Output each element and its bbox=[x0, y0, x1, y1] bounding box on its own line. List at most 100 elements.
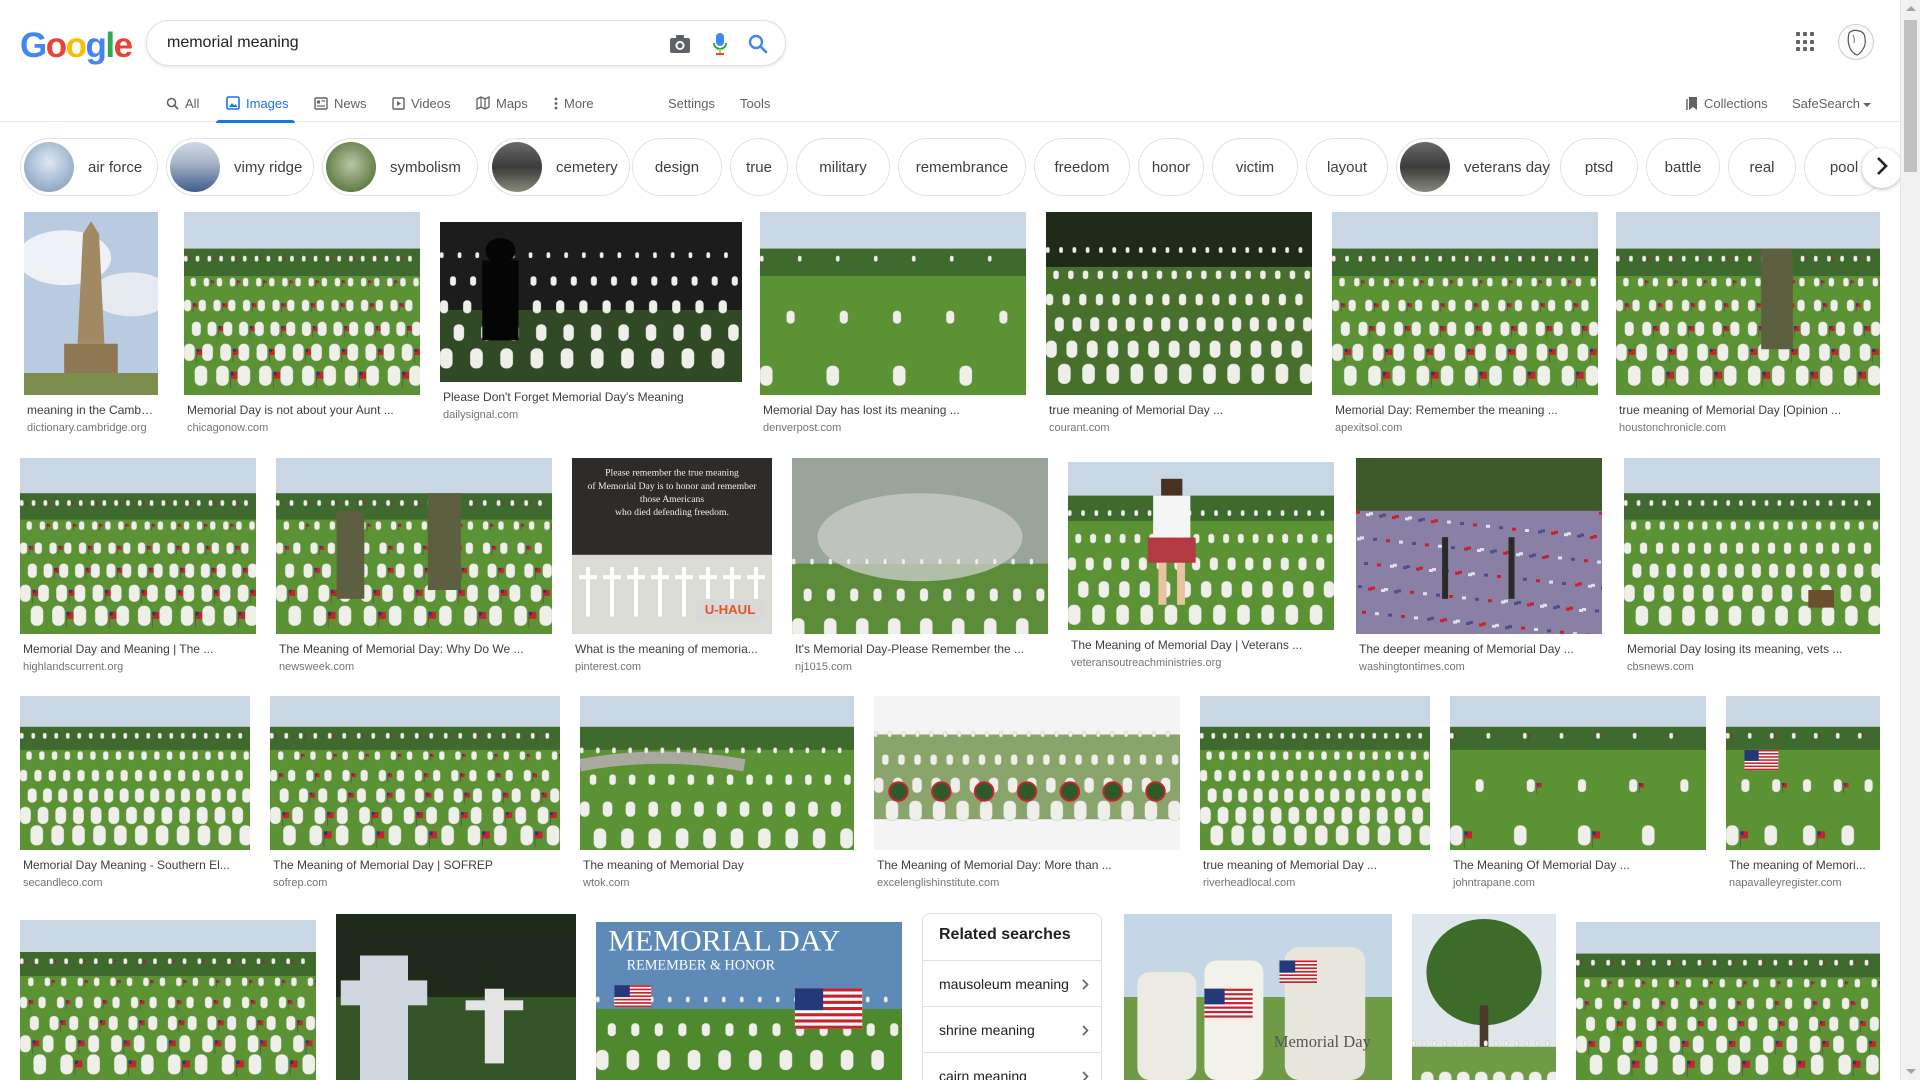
search-input[interactable] bbox=[167, 21, 647, 65]
result-thumbnail[interactable] bbox=[1576, 922, 1880, 1080]
google-logo[interactable]: Google bbox=[20, 26, 133, 66]
result-source: highlandscurrent.org bbox=[23, 661, 124, 673]
related-chip[interactable]: cemetery bbox=[488, 138, 630, 196]
logo-letter: l bbox=[105, 26, 115, 65]
collections-link[interactable]: Collections bbox=[1686, 84, 1768, 122]
result-thumbnail[interactable] bbox=[760, 212, 1026, 395]
chip-label: battle bbox=[1664, 158, 1702, 176]
result-thumbnail[interactable] bbox=[276, 458, 552, 634]
result-thumbnail[interactable] bbox=[580, 696, 854, 850]
microphone-icon[interactable] bbox=[707, 31, 733, 57]
result-thumbnail[interactable]: Memorial Day bbox=[1124, 914, 1392, 1080]
result-title[interactable]: The Meaning of Memorial Day: Why Do We .… bbox=[279, 642, 551, 656]
result-thumbnail[interactable] bbox=[874, 696, 1180, 850]
related-chip[interactable]: victim bbox=[1212, 138, 1298, 196]
result-title[interactable]: The Meaning Of Memorial Day ... bbox=[1453, 858, 1705, 872]
result-title[interactable]: Memorial Day: Remember the meaning ... bbox=[1335, 403, 1597, 417]
related-search-item[interactable]: shrine meaning bbox=[923, 1006, 1101, 1052]
related-search-item[interactable]: cairn meaning bbox=[923, 1052, 1101, 1080]
related-chip[interactable]: design bbox=[632, 138, 722, 196]
video-icon bbox=[392, 96, 405, 110]
result-source: napavalleyregister.com bbox=[1729, 877, 1842, 889]
related-chip[interactable]: veterans day bbox=[1396, 138, 1550, 196]
result-title[interactable]: true meaning of Memorial Day [Opinion ..… bbox=[1619, 403, 1879, 417]
result-thumbnail[interactable]: MEMORIAL DAY REMEMBER & HONOR bbox=[596, 922, 902, 1080]
avatar[interactable] bbox=[1838, 24, 1874, 60]
chevron-right-icon bbox=[1082, 1069, 1089, 1080]
tab-videos[interactable]: Videos bbox=[392, 84, 451, 122]
search-icon[interactable] bbox=[745, 31, 771, 57]
result-source: dictionary.cambridge.org bbox=[27, 422, 147, 434]
result-title[interactable]: Memorial Day losing its meaning, vets ..… bbox=[1627, 642, 1879, 656]
related-chip[interactable]: vimy ridge bbox=[166, 138, 314, 196]
result-title[interactable]: The meaning of Memorial Day bbox=[583, 858, 853, 872]
result-thumbnail[interactable] bbox=[336, 914, 576, 1080]
result-thumbnail[interactable] bbox=[1624, 458, 1880, 634]
related-chip[interactable]: air force bbox=[20, 138, 158, 196]
result-title[interactable]: Please Don't Forget Memorial Day's Meani… bbox=[443, 390, 741, 404]
tab-news[interactable]: News bbox=[314, 84, 367, 122]
chips-next-button[interactable] bbox=[1862, 148, 1902, 188]
result-thumbnail[interactable] bbox=[20, 458, 256, 634]
result-title[interactable]: meaning in the Cambri... bbox=[27, 403, 157, 417]
result-title[interactable]: Memorial Day has lost its meaning ... bbox=[763, 403, 1025, 417]
result-thumbnail[interactable] bbox=[20, 920, 316, 1080]
tab-images[interactable]: Images bbox=[216, 84, 295, 123]
tab-maps[interactable]: Maps bbox=[476, 84, 528, 122]
result-title[interactable]: What is the meaning of memoria... bbox=[575, 642, 771, 656]
result-thumbnail[interactable] bbox=[1616, 212, 1880, 395]
result-thumbnail[interactable] bbox=[1412, 914, 1556, 1080]
result-thumbnail[interactable] bbox=[1332, 212, 1598, 395]
scrollbar-thumb[interactable] bbox=[1904, 20, 1917, 172]
result-thumbnail[interactable] bbox=[1356, 458, 1602, 634]
result-thumbnail[interactable] bbox=[1450, 696, 1706, 850]
safesearch-menu[interactable]: SafeSearch bbox=[1792, 84, 1871, 122]
result-title[interactable]: The Meaning of Memorial Day | SOFREP bbox=[273, 858, 559, 872]
result-title[interactable]: Memorial Day is not about your Aunt ... bbox=[187, 403, 419, 417]
apps-grid-icon[interactable] bbox=[1796, 32, 1816, 52]
related-chip[interactable]: military bbox=[796, 138, 890, 196]
related-chip[interactable]: ptsd bbox=[1560, 138, 1638, 196]
result-thumbnail[interactable] bbox=[440, 222, 742, 382]
result-thumbnail[interactable] bbox=[184, 212, 420, 395]
result-thumbnail[interactable] bbox=[20, 696, 250, 850]
result-thumbnail[interactable] bbox=[1200, 696, 1430, 850]
related-search-item[interactable]: mausoleum meaning bbox=[923, 960, 1101, 1006]
chip-label: ptsd bbox=[1584, 158, 1614, 176]
tools-link[interactable]: Tools bbox=[740, 84, 770, 122]
settings-link[interactable]: Settings bbox=[668, 84, 715, 122]
result-thumbnail[interactable]: U-HAUL Please remember the true meaning of… bbox=[572, 458, 772, 634]
scroll-down-icon[interactable] bbox=[1906, 1069, 1916, 1074]
tab-more[interactable]: More bbox=[554, 84, 594, 122]
result-thumbnail[interactable] bbox=[792, 458, 1048, 634]
camera-icon[interactable] bbox=[667, 31, 693, 57]
result-title[interactable]: The meaning of Memori... bbox=[1729, 858, 1879, 872]
result-thumbnail[interactable] bbox=[1068, 462, 1334, 630]
svg-text:Please remember the true meani: Please remember the true meaning bbox=[605, 468, 739, 479]
tab-all[interactable]: All bbox=[166, 84, 199, 122]
result-title[interactable]: It's Memorial Day-Please Remember the ..… bbox=[795, 642, 1047, 656]
result-thumbnail[interactable] bbox=[1046, 212, 1312, 395]
logo-letter: o bbox=[45, 26, 67, 65]
chip-thumbnail bbox=[24, 142, 74, 192]
scroll-up-icon[interactable] bbox=[1906, 6, 1916, 11]
page-scrollbar[interactable] bbox=[1900, 0, 1920, 1080]
related-chip[interactable]: remembrance bbox=[898, 138, 1026, 196]
result-title[interactable]: The deeper meaning of Memorial Day ... bbox=[1359, 642, 1601, 656]
result-thumbnail[interactable] bbox=[24, 212, 158, 395]
related-chip[interactable]: real bbox=[1728, 138, 1796, 196]
related-chip[interactable]: layout bbox=[1306, 138, 1388, 196]
result-thumbnail[interactable] bbox=[1726, 696, 1880, 850]
result-title[interactable]: true meaning of Memorial Day ... bbox=[1049, 403, 1311, 417]
related-chip[interactable]: battle bbox=[1646, 138, 1720, 196]
related-chip[interactable]: true bbox=[730, 138, 788, 196]
related-chip[interactable]: honor bbox=[1138, 138, 1204, 196]
result-title[interactable]: Memorial Day Meaning - Southern El... bbox=[23, 858, 249, 872]
result-title[interactable]: Memorial Day and Meaning | The ... bbox=[23, 642, 255, 656]
result-title[interactable]: The Meaning of Memorial Day: More than .… bbox=[877, 858, 1179, 872]
result-title[interactable]: The Meaning of Memorial Day | Veterans .… bbox=[1071, 638, 1333, 652]
related-chip[interactable]: freedom bbox=[1034, 138, 1130, 196]
result-title[interactable]: true meaning of Memorial Day ... bbox=[1203, 858, 1429, 872]
result-thumbnail[interactable] bbox=[270, 696, 560, 850]
related-chip[interactable]: symbolism bbox=[322, 138, 478, 196]
